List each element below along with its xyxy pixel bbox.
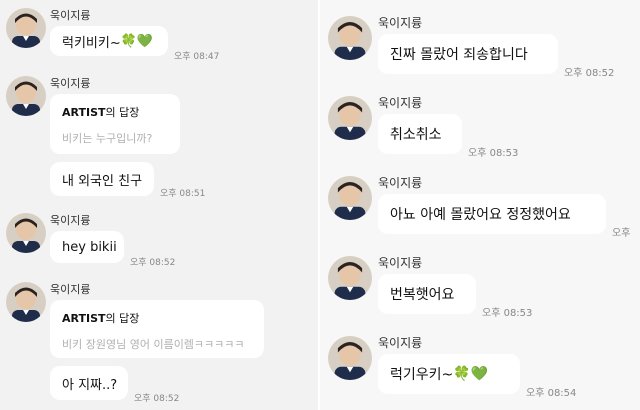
message-time: 오후 08:52 bbox=[564, 68, 615, 79]
reply-quote-text: 비키는 누구입니까? bbox=[62, 132, 153, 145]
message-text: 번복햇어요 bbox=[390, 287, 455, 303]
four-leaf-clover-icon: 🍀 bbox=[453, 366, 471, 382]
chat-column-right: 욱이지륭 진짜 몰랐어 죄송합니다 오후 08:52 욱이지륭 취소취소 오후 … bbox=[320, 0, 640, 410]
avatar[interactable] bbox=[328, 256, 372, 300]
reply-header: ARTIST의 답장 bbox=[62, 310, 252, 326]
message-time: 오후 08:54 bbox=[526, 388, 577, 399]
message-bubble[interactable]: 럭기우키~ 🍀 💚 bbox=[378, 354, 520, 394]
sender-name: 욱이지륭 bbox=[378, 336, 423, 350]
message-time: 오후 08:52 bbox=[134, 394, 180, 404]
avatar[interactable] bbox=[328, 96, 372, 140]
sender-name: 욱이지륭 bbox=[50, 9, 91, 22]
message-text: 내 외국인 친구 bbox=[62, 173, 143, 189]
message-bubble[interactable]: 취소취소 bbox=[378, 114, 462, 154]
message-time: 오후 08:53 bbox=[468, 148, 519, 159]
sender-name: 욱이지륭 bbox=[50, 77, 91, 90]
reply-bubble[interactable]: ARTIST의 답장 비키는 누구입니까? bbox=[50, 94, 180, 154]
sender-name: 욱이지륭 bbox=[50, 214, 91, 227]
sender-name: 욱이지륭 bbox=[378, 256, 423, 270]
reply-artist-label: ARTIST bbox=[62, 106, 106, 119]
message-text: 럭기우키~ bbox=[390, 367, 454, 383]
message-bubble[interactable]: hey bikii bbox=[50, 231, 124, 263]
message-bubble[interactable]: 아 지짜..? bbox=[50, 366, 128, 400]
message-text: 럭키비키~ bbox=[62, 35, 121, 51]
green-heart-icon: 💚 bbox=[470, 366, 489, 382]
reply-suffix: 의 답장 bbox=[105, 312, 140, 325]
reply-quote-text: 비키 장원영님 영어 이름이렘ㅋㅋㅋㅋㅋ bbox=[62, 338, 245, 351]
avatar[interactable] bbox=[6, 213, 46, 253]
avatar[interactable] bbox=[328, 176, 372, 220]
reply-artist-label: ARTIST bbox=[62, 312, 106, 325]
sender-name: 욱이지륭 bbox=[378, 96, 423, 110]
sender-name: 욱이지륭 bbox=[378, 176, 423, 190]
avatar[interactable] bbox=[328, 16, 372, 60]
message-bubble[interactable]: 아뇨 아예 몰랐어요 정정했어요 bbox=[378, 194, 606, 234]
message-text: 아뇨 아예 몰랐어요 정정했어요 bbox=[390, 207, 571, 223]
sender-name: 욱이지륭 bbox=[50, 283, 91, 296]
message-text: 진짜 몰랐어 죄송합니다 bbox=[390, 47, 528, 63]
chat-column-left: 욱이지륭 럭키비키~ 🍀 💚 오후 08:47 욱이지륭 ARTIST의 답장 … bbox=[0, 0, 320, 410]
avatar[interactable] bbox=[6, 76, 46, 116]
message-time: 오후 08:52 bbox=[130, 258, 176, 268]
avatar[interactable] bbox=[6, 8, 46, 48]
reply-suffix: 의 답장 bbox=[105, 106, 140, 119]
green-heart-icon: 💚 bbox=[136, 33, 154, 49]
message-time: 오후 08:47 bbox=[174, 52, 220, 62]
message-bubble[interactable]: 진짜 몰랐어 죄송합니다 bbox=[378, 34, 558, 74]
message-time: 오후 08:51 bbox=[160, 189, 206, 199]
message-text: hey bikii bbox=[62, 239, 117, 255]
reply-header: ARTIST의 답장 bbox=[62, 104, 168, 120]
reply-bubble[interactable]: ARTIST의 답장 비키 장원영님 영어 이름이렘ㅋㅋㅋㅋㅋ bbox=[50, 300, 264, 358]
message-text: 취소취소 bbox=[390, 127, 442, 143]
four-leaf-clover-icon: 🍀 bbox=[120, 33, 137, 49]
message-bubble[interactable]: 번복햇어요 bbox=[378, 274, 476, 314]
message-bubble[interactable]: 럭키비키~ 🍀 💚 bbox=[50, 26, 168, 56]
avatar[interactable] bbox=[6, 282, 46, 322]
sender-name: 욱이지륭 bbox=[378, 16, 423, 30]
avatar[interactable] bbox=[328, 336, 372, 380]
message-time: 오후 bbox=[612, 228, 631, 239]
message-bubble[interactable]: 내 외국인 친구 bbox=[50, 162, 154, 196]
message-text: 아 지짜..? bbox=[62, 377, 118, 393]
message-time: 오후 08:53 bbox=[482, 308, 533, 319]
